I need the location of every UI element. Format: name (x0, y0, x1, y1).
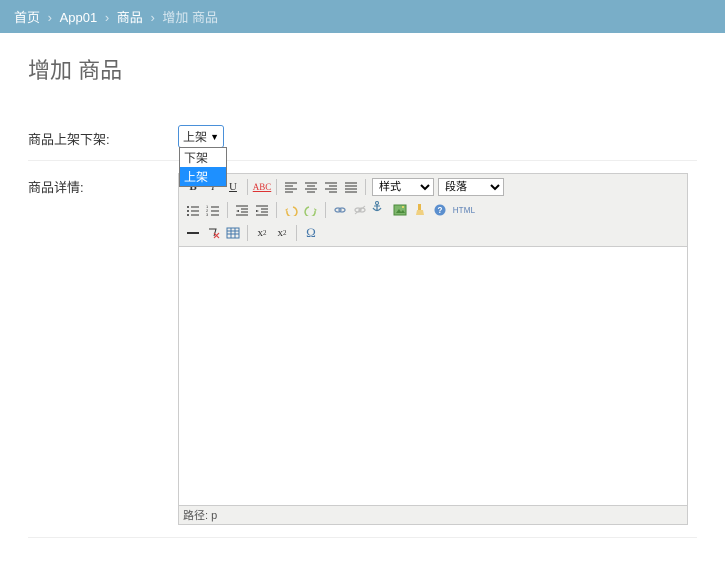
breadcrumb-sep: › (101, 10, 113, 25)
svg-text:3: 3 (206, 212, 209, 216)
link-button[interactable] (330, 200, 350, 220)
onshelf-dropdown: 下架 上架 (179, 147, 227, 187)
onshelf-option-0[interactable]: 下架 (180, 148, 226, 167)
table-button[interactable] (223, 223, 243, 243)
html-button[interactable]: HTML (450, 200, 478, 220)
breadcrumb-sep: › (44, 10, 56, 25)
field-label-detail: 商品详情: (28, 173, 178, 196)
superscript-button[interactable]: x2 (272, 223, 292, 243)
page-title: 增加 商品 (28, 53, 697, 85)
subscript-button[interactable]: x2 (252, 223, 272, 243)
unordered-list-button[interactable] (183, 200, 203, 220)
align-center-button[interactable] (301, 177, 321, 197)
cleanup-button[interactable] (410, 200, 430, 220)
editor-path-label: 路径: (183, 510, 208, 522)
breadcrumb-current: 增加 商品 (162, 10, 218, 25)
unlink-button[interactable] (350, 200, 370, 220)
editor-path-value: p (211, 510, 217, 522)
breadcrumb-model[interactable]: 商品 (117, 10, 143, 25)
svg-text:?: ? (438, 206, 443, 215)
undo-button[interactable] (281, 200, 301, 220)
breadcrumb-app[interactable]: App01 (60, 10, 98, 25)
help-button[interactable]: ? (430, 200, 450, 220)
editor-content-area[interactable] (179, 247, 687, 505)
editor-status-bar: 路径: p (179, 505, 687, 524)
anchor-button[interactable] (370, 200, 390, 220)
chevron-down-icon: ▼ (210, 132, 219, 142)
field-label-onshelf: 商品上架下架: (28, 125, 178, 148)
image-button[interactable] (390, 200, 410, 220)
align-left-button[interactable] (281, 177, 301, 197)
hr-button[interactable] (183, 223, 203, 243)
special-char-button[interactable]: Ω (301, 223, 321, 243)
spellcheck-button[interactable]: ABC (252, 177, 272, 197)
format-select[interactable]: 段落 (438, 178, 504, 196)
align-justify-button[interactable] (341, 177, 361, 197)
indent-button[interactable] (252, 200, 272, 220)
breadcrumb-sep: › (146, 10, 158, 25)
redo-button[interactable] (301, 200, 321, 220)
align-right-button[interactable] (321, 177, 341, 197)
breadcrumb-home[interactable]: 首页 (14, 10, 40, 25)
editor-toolbar: B I U ABC (179, 174, 687, 247)
onshelf-option-1[interactable]: 上架 (180, 167, 226, 186)
onshelf-select[interactable]: 上架 ▼ 下架 上架 (178, 125, 224, 148)
onshelf-selected-value: 上架 (183, 128, 207, 145)
breadcrumb: 首页 › App01 › 商品 › 增加 商品 (0, 0, 725, 33)
outdent-button[interactable] (232, 200, 252, 220)
style-select[interactable]: 样式 (372, 178, 434, 196)
ordered-list-button[interactable]: 123 (203, 200, 223, 220)
removeformat-button[interactable] (203, 223, 223, 243)
rich-text-editor: B I U ABC (178, 173, 688, 525)
